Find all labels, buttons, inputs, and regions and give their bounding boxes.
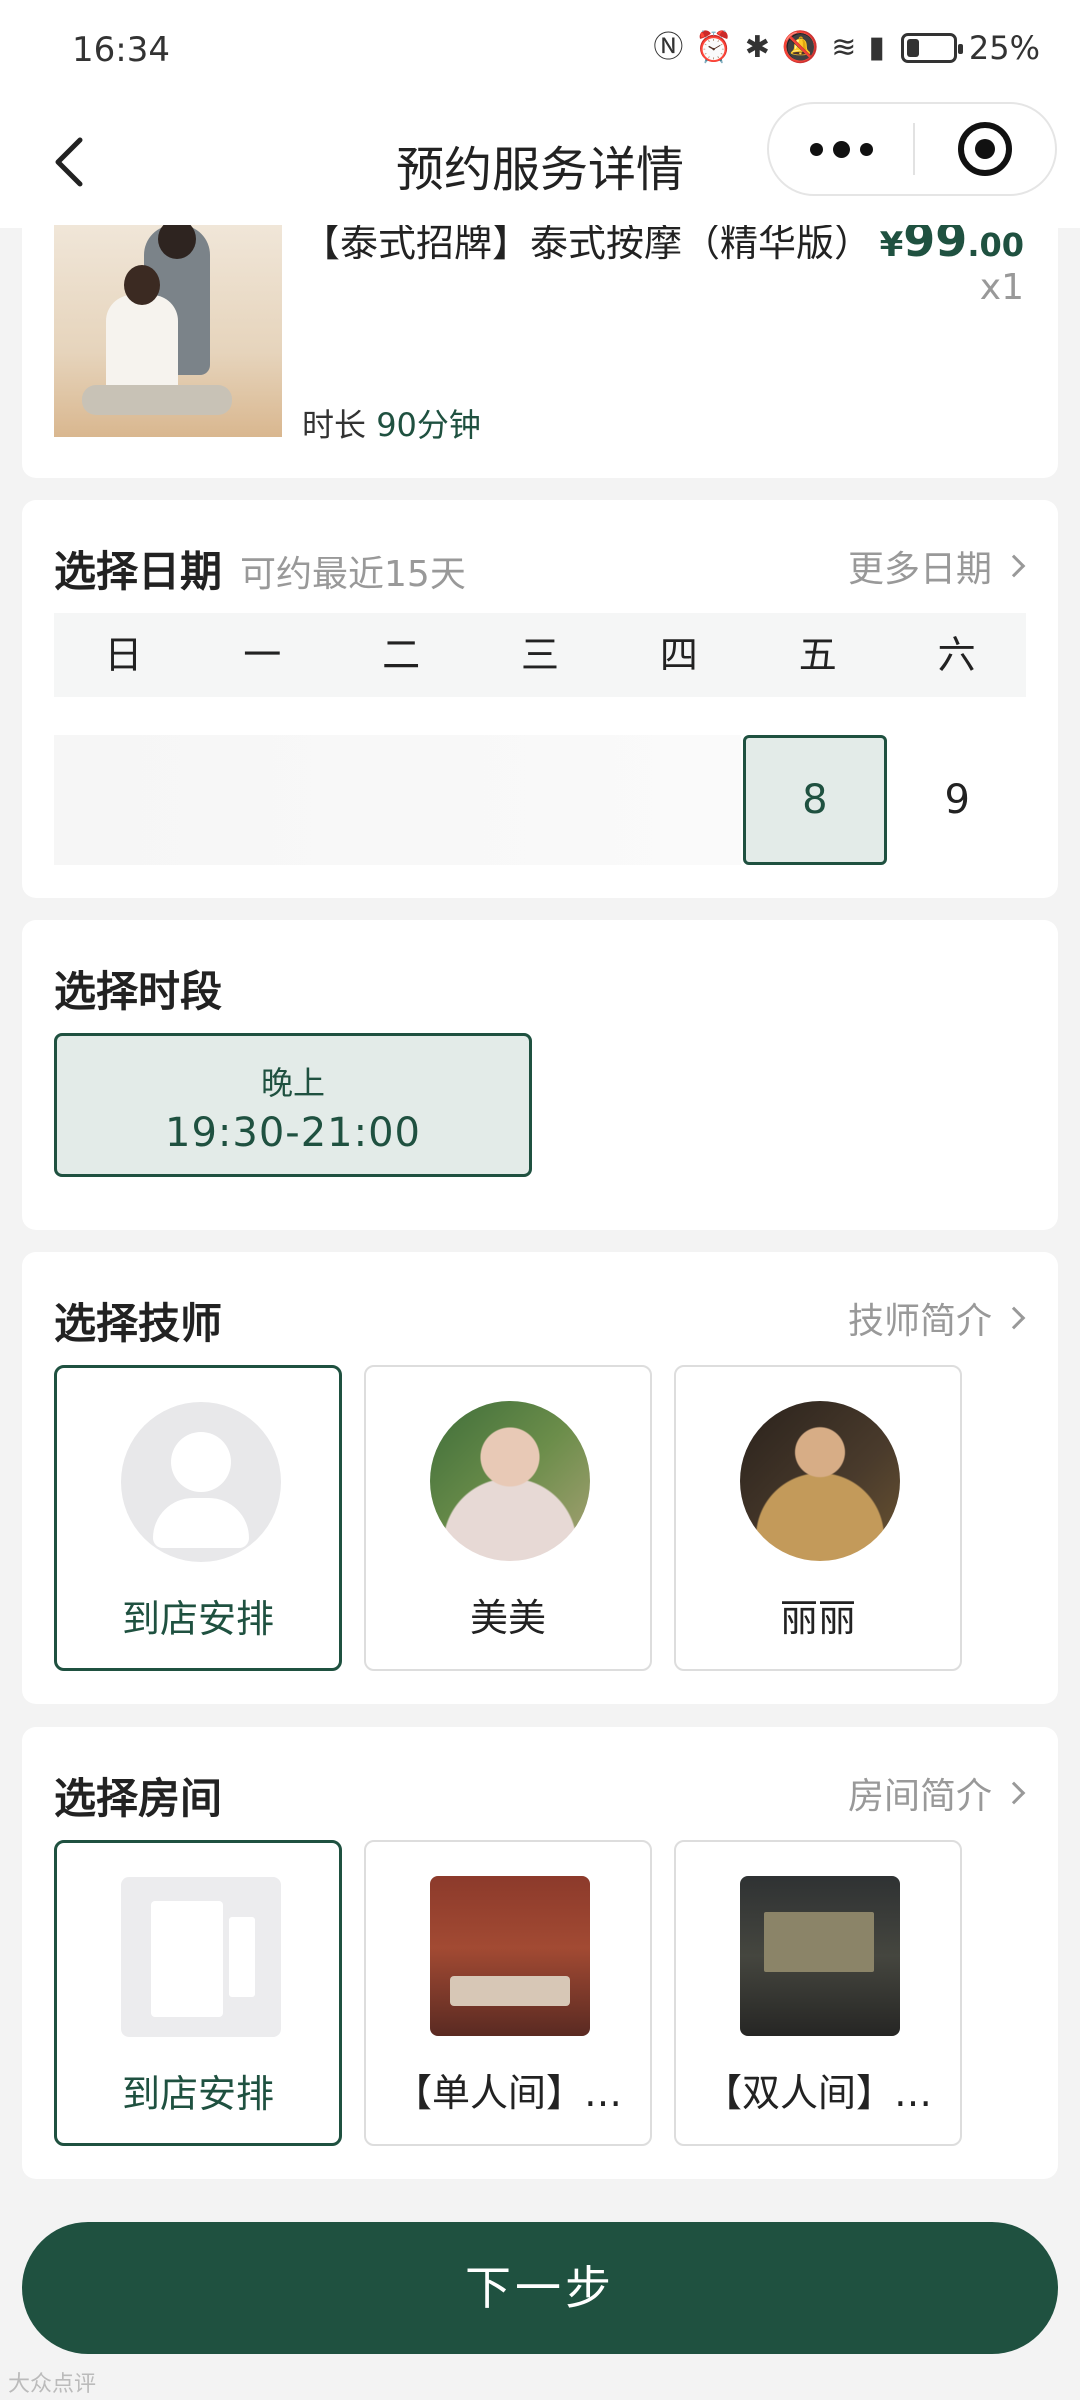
- avatar: [430, 1401, 590, 1561]
- date-section: 选择日期 可约最近15天 更多日期 日 一 二 三 四 五 六 8 9: [22, 500, 1058, 898]
- days-row: 8 9: [54, 735, 1026, 865]
- product-image: [54, 225, 282, 437]
- room-image: [740, 1876, 900, 2036]
- battery-percent: 25%: [968, 29, 1040, 67]
- battery-icon: [900, 33, 963, 63]
- nfc-icon: Ⓝ: [653, 30, 684, 65]
- day-9[interactable]: 9: [889, 735, 1026, 865]
- alarm-icon: ⏰: [695, 30, 733, 65]
- technician-section-title: 选择技师: [54, 1299, 223, 1348]
- next-step-button[interactable]: 下一步: [22, 2222, 1058, 2354]
- time-slot-label: 晚上: [260, 1064, 325, 1102]
- status-bar: 16:34 Ⓝ ⏰ ✱ 🔕 ≋ ▮ 25%: [0, 0, 1080, 100]
- product-duration: 时长 90分钟: [302, 406, 481, 444]
- technician-option-store-arrange[interactable]: 到店安排: [54, 1365, 342, 1671]
- status-time: 16:34: [72, 30, 170, 70]
- wifi-icon: ≋: [831, 30, 857, 65]
- mute-icon: 🔕: [781, 30, 820, 65]
- time-slot[interactable]: 晚上 19:30-21:00: [54, 1033, 532, 1177]
- nav-bar: 预约服务详情: [0, 100, 1080, 228]
- chevron-right-icon: [1002, 1781, 1026, 1805]
- room-options: 到店安排 【单人间】… 【双人间】…: [54, 1840, 962, 2146]
- weekday-label: 一: [243, 633, 282, 677]
- bluetooth-icon: ✱: [744, 30, 770, 65]
- day-8[interactable]: 8: [743, 735, 887, 865]
- room-option-store-arrange[interactable]: 到店安排: [54, 1840, 342, 2146]
- door-icon: [121, 1877, 281, 2037]
- technician-options: 到店安排 美美 丽丽: [54, 1365, 962, 1671]
- more-button[interactable]: [769, 104, 913, 194]
- room-image: [430, 1876, 590, 2036]
- time-section-title: 选择时段: [54, 967, 223, 1016]
- weekday-label: 四: [659, 633, 698, 677]
- chevron-right-icon: [1002, 554, 1026, 578]
- watermark: 大众点评: [8, 2372, 97, 2397]
- room-name: 到店安排: [121, 2072, 274, 2116]
- technician-section: 选择技师 技师简介 到店安排 美美 丽丽: [22, 1252, 1058, 1704]
- signal-icon: ▮: [868, 30, 885, 65]
- weekday-label: 六: [937, 633, 976, 677]
- unavailable-days: [54, 735, 742, 865]
- time-slot-range: 19:30-21:00: [165, 1110, 421, 1156]
- weekday-label: 二: [382, 633, 421, 677]
- default-technician-avatar-icon: [121, 1402, 281, 1562]
- time-section: 选择时段 晚上 19:30-21:00: [22, 920, 1058, 1230]
- weekday-label: 五: [798, 633, 837, 677]
- technician-name: 到店安排: [121, 1597, 274, 1641]
- technician-intro-link[interactable]: 技师简介: [848, 1292, 1032, 1344]
- technician-option-lili[interactable]: 丽丽: [674, 1365, 962, 1671]
- room-name: 【双人间】…: [703, 2071, 932, 2115]
- weekday-label: 三: [521, 633, 560, 677]
- room-option-single[interactable]: 【单人间】…: [364, 1840, 652, 2146]
- product-card: 【泰式招牌】泰式按摩（精华版） ¥99.00 x1 时长 90分钟: [22, 225, 1058, 478]
- close-program-button[interactable]: [915, 104, 1055, 194]
- target-icon: [958, 122, 1012, 176]
- weekday-header: 日 一 二 三 四 五 六: [54, 613, 1026, 697]
- chevron-right-icon: [1002, 1306, 1026, 1330]
- room-intro-link[interactable]: 房间简介: [848, 1767, 1032, 1819]
- avatar: [740, 1401, 900, 1561]
- technician-name: 美美: [469, 1596, 546, 1640]
- technician-option-meimei[interactable]: 美美: [364, 1365, 652, 1671]
- product-name: 【泰式招牌】泰式按摩（精华版）: [302, 225, 873, 265]
- product-price: ¥99.00: [879, 225, 1024, 267]
- more-icon: [809, 142, 823, 156]
- status-icons: Ⓝ ⏰ ✱ 🔕 ≋ ▮ 25%: [653, 28, 1040, 68]
- room-section-title: 选择房间: [54, 1774, 223, 1823]
- date-section-title: 选择日期 可约最近15天: [54, 547, 466, 596]
- weekday-label: 日: [104, 633, 143, 677]
- date-section-subtitle: 可约最近15天: [240, 554, 466, 595]
- more-dates-link[interactable]: 更多日期: [848, 540, 1032, 592]
- room-section: 选择房间 房间简介 到店安排 【单人间】… 【双人间】…: [22, 1727, 1058, 2179]
- room-name: 【单人间】…: [393, 2071, 622, 2115]
- product-quantity: x1: [979, 267, 1024, 308]
- room-option-double[interactable]: 【双人间】…: [674, 1840, 962, 2146]
- technician-name: 丽丽: [779, 1596, 856, 1640]
- mini-program-capsule: [767, 102, 1057, 196]
